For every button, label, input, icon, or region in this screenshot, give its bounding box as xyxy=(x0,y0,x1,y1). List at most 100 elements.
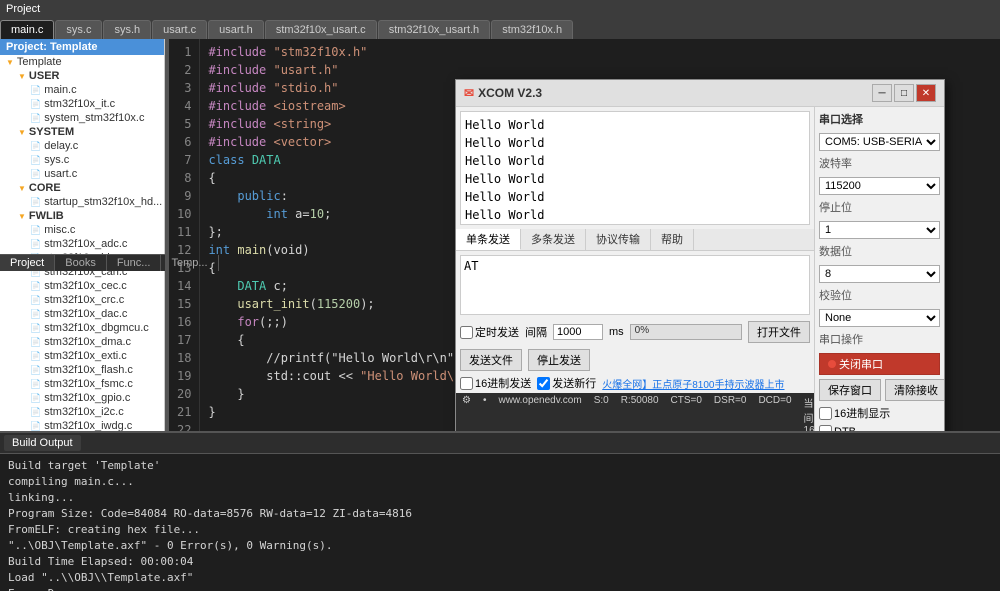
xcom-output-line: Hello World xyxy=(465,206,805,224)
tree-item-stm32f10x_dac_c[interactable]: 📄stm32f10x_dac.c xyxy=(0,307,164,321)
line-number: 14 xyxy=(177,277,191,295)
tab-main_c[interactable]: main.c xyxy=(0,20,54,39)
send-file-btn[interactable]: 发送文件 xyxy=(460,349,522,371)
tree-item-system_stm32f10x_c[interactable]: 📄system_stm32f10x.c xyxy=(0,111,164,125)
stop-send-btn[interactable]: 停止发送 xyxy=(528,349,590,371)
line-number: 17 xyxy=(177,331,191,349)
file-icon: 📄 xyxy=(30,239,41,250)
xcom-tab-3[interactable]: 帮助 xyxy=(651,229,694,250)
stop-bits-select[interactable]: 1 xyxy=(819,221,940,239)
panel-tabs: ProjectBooksFunc...Temp... xyxy=(0,254,165,271)
tree-item-label: system_stm32f10x.c xyxy=(44,112,144,124)
tree-item-sys_c[interactable]: 📄sys.c xyxy=(0,153,164,167)
tree-item-stm32f10x_crc_c[interactable]: 📄stm32f10x_crc.c xyxy=(0,293,164,307)
data-bits-label: 数据位 xyxy=(819,243,852,259)
xcom-minimize-btn[interactable]: ─ xyxy=(872,84,892,102)
tree-item-stm32f10x_fsmc_c[interactable]: 📄stm32f10x_fsmc.c xyxy=(0,377,164,391)
tree-item-misc_c[interactable]: 📄misc.c xyxy=(0,223,164,237)
ad-link[interactable]: 火爆全网】正点原子8100手持示波器上市 xyxy=(602,376,784,391)
xcom-time: 当前时间 16:20:51 xyxy=(804,395,814,431)
file-icon: 📄 xyxy=(30,155,41,166)
tree-item-delay_c[interactable]: 📄delay.c xyxy=(0,139,164,153)
close-port-btn[interactable]: 关闭串口 xyxy=(819,353,940,375)
line-number: 15 xyxy=(177,295,191,313)
panel-tab-Func___[interactable]: Func... xyxy=(107,255,162,271)
build-output-line: compiling main.c... xyxy=(8,474,992,490)
timer-send-checkbox[interactable]: 定时发送 xyxy=(460,324,519,340)
build-output-line: linking... xyxy=(8,490,992,506)
hex-send-checkbox[interactable]: 16进制发送 xyxy=(460,375,531,391)
xcom-right-panel: 串口选择 COM5: USB-SERIAL 波特率 115200 停止位 1 数… xyxy=(814,107,944,431)
bottom-tab-0[interactable]: Build Output xyxy=(4,435,81,451)
folder-icon: ▼ xyxy=(18,184,26,193)
panel-tab-Temp___[interactable]: Temp... xyxy=(161,255,165,271)
port-select[interactable]: COM5: USB-SERIAL xyxy=(819,133,940,151)
tree-item-stm32f10x_dbgmcu_c[interactable]: 📄stm32f10x_dbgmcu.c xyxy=(0,321,164,335)
tree-item-label: stm32f10x_flash.c xyxy=(44,364,133,376)
tab-stm32f10x_usart_c[interactable]: stm32f10x_usart.c xyxy=(265,20,377,39)
file-icon: 📄 xyxy=(30,323,41,334)
xcom-tab-2[interactable]: 协议传输 xyxy=(586,229,651,250)
tree-item-FWLIB[interactable]: ▼FWLIB xyxy=(0,209,164,223)
xcom-dsr: DSR=0 xyxy=(714,395,747,431)
tree-item-main_c[interactable]: 📄main.c xyxy=(0,83,164,97)
line-numbers: 1234567891011121314151617181920212223242… xyxy=(169,39,200,431)
tree-item-stm32f10x_cec_c[interactable]: 📄stm32f10x_cec.c xyxy=(0,279,164,293)
xcom-output-line: Hello World xyxy=(465,188,805,206)
folder-icon: ▼ xyxy=(18,212,26,221)
xcom-title-text: XCOM V2.3 xyxy=(478,86,542,100)
tree-item-CORE[interactable]: ▼CORE xyxy=(0,181,164,195)
tab-stm32f10x_h[interactable]: stm32f10x.h xyxy=(491,20,573,39)
panel-tab-Project[interactable]: Project xyxy=(0,255,55,271)
tree-item-stm32f10x_gpio_c[interactable]: 📄stm32f10x_gpio.c xyxy=(0,391,164,405)
open-file-btn[interactable]: 打开文件 xyxy=(748,321,810,343)
file-icon: 📄 xyxy=(30,421,41,432)
tab-sys_c[interactable]: sys.c xyxy=(55,20,102,39)
tree-item-label: SYSTEM xyxy=(29,126,74,138)
tree-item-stm32f10x_it_c[interactable]: 📄stm32f10x_it.c xyxy=(0,97,164,111)
baud-label: 波特率 xyxy=(819,155,852,171)
line-number: 2 xyxy=(177,61,191,79)
tab-usart_c[interactable]: usart.c xyxy=(152,20,207,39)
file-icon: 📄 xyxy=(30,407,41,418)
interval-input[interactable] xyxy=(553,324,603,340)
xcom-close-btn[interactable]: ✕ xyxy=(916,84,936,102)
tree-item-startup_stm32f10x_hd___[interactable]: 📄startup_stm32f10x_hd... xyxy=(0,195,164,209)
tab-stm32f10x_usart_h[interactable]: stm32f10x_usart.h xyxy=(378,20,491,39)
parity-select[interactable]: None xyxy=(819,309,940,327)
tree-item-Template[interactable]: ▼Template xyxy=(0,55,164,69)
hex-display-checkbox[interactable]: 16进制显示 xyxy=(819,405,940,421)
tree-item-stm32f10x_iwdg_c[interactable]: 📄stm32f10x_iwdg.c xyxy=(0,419,164,431)
tree-item-stm32f10x_dma_c[interactable]: 📄stm32f10x_dma.c xyxy=(0,335,164,349)
panel-tab-Books[interactable]: Books xyxy=(55,255,107,271)
xcom-maximize-btn[interactable]: □ xyxy=(894,84,914,102)
interval-unit: ms xyxy=(609,326,624,338)
tree-item-SYSTEM[interactable]: ▼SYSTEM xyxy=(0,125,164,139)
project-title[interactable]: Project: Template xyxy=(0,39,164,55)
data-bits-select[interactable]: 8 xyxy=(819,265,940,283)
xcom-dcd: DCD=0 xyxy=(758,395,791,431)
send-newline-checkbox[interactable]: 发送新行 xyxy=(537,375,596,391)
baud-select[interactable]: 115200 xyxy=(819,177,940,195)
tree-item-stm32f10x_flash_c[interactable]: 📄stm32f10x_flash.c xyxy=(0,363,164,377)
xcom-tab-0[interactable]: 单条发送 xyxy=(456,229,521,250)
tree-item-usart_c[interactable]: 📄usart.c xyxy=(0,167,164,181)
clear-recv-btn[interactable]: 清除接收 xyxy=(885,379,944,401)
tree-item-label: stm32f10x_dbgmcu.c xyxy=(44,322,149,334)
file-icon: 📄 xyxy=(30,351,41,362)
tree-item-USER[interactable]: ▼USER xyxy=(0,69,164,83)
save-window-btn[interactable]: 保存窗口 xyxy=(819,379,881,401)
folder-icon: ▼ xyxy=(6,58,14,67)
tree-item-stm32f10x_exti_c[interactable]: 📄stm32f10x_exti.c xyxy=(0,349,164,363)
interval-label: 间隔 xyxy=(525,324,547,340)
tree-item-stm32f10x_adc_c[interactable]: 📄stm32f10x_adc.c xyxy=(0,237,164,251)
tab-usart_h[interactable]: usart.h xyxy=(208,20,264,39)
tab-sys_h[interactable]: sys.h xyxy=(103,20,151,39)
dtb-checkbox[interactable]: DTB xyxy=(819,425,940,431)
file-icon: 📄 xyxy=(30,141,41,152)
xcom-input-area xyxy=(460,255,810,315)
xcom-input-box[interactable] xyxy=(460,255,810,315)
parity-label: 校验位 xyxy=(819,287,852,303)
tree-item-stm32f10x_i2c_c[interactable]: 📄stm32f10x_i2c.c xyxy=(0,405,164,419)
xcom-tab-1[interactable]: 多条发送 xyxy=(521,229,586,250)
